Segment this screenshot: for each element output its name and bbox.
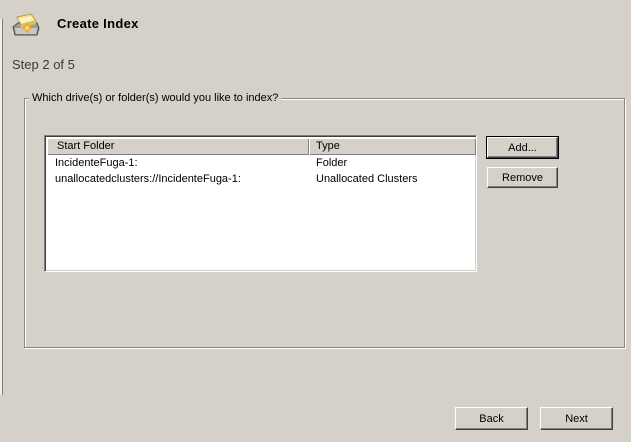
next-button[interactable]: Next	[540, 407, 613, 430]
window-frame-edge	[2, 19, 3, 395]
add-button[interactable]: Add...	[487, 137, 558, 158]
create-index-dialog: Create Index Step 2 of 5 Which drive(s) …	[0, 0, 631, 442]
source-list[interactable]: Start Folder Type IncidenteFuga-1: Folde…	[44, 135, 477, 272]
column-header-type[interactable]: Type	[309, 138, 476, 155]
step-indicator: Step 2 of 5	[12, 57, 75, 72]
cell-start-folder: IncidenteFuga-1:	[47, 155, 309, 171]
cell-type: Unallocated Clusters	[309, 171, 476, 187]
remove-button[interactable]: Remove	[487, 167, 558, 188]
groupbox-label: Which drive(s) or folder(s) would you li…	[29, 92, 281, 105]
back-button[interactable]: Back	[455, 407, 528, 430]
list-row[interactable]: IncidenteFuga-1: Folder	[47, 155, 476, 171]
card-index-icon	[10, 10, 40, 40]
column-header-start-folder[interactable]: Start Folder	[47, 138, 309, 155]
cell-type: Folder	[309, 155, 476, 171]
list-header: Start Folder Type	[47, 138, 476, 155]
cell-start-folder: unallocatedclusters://IncidenteFuga-1:	[47, 171, 309, 187]
list-row[interactable]: unallocatedclusters://IncidenteFuga-1: U…	[47, 171, 476, 187]
dialog-title: Create Index	[57, 16, 139, 31]
